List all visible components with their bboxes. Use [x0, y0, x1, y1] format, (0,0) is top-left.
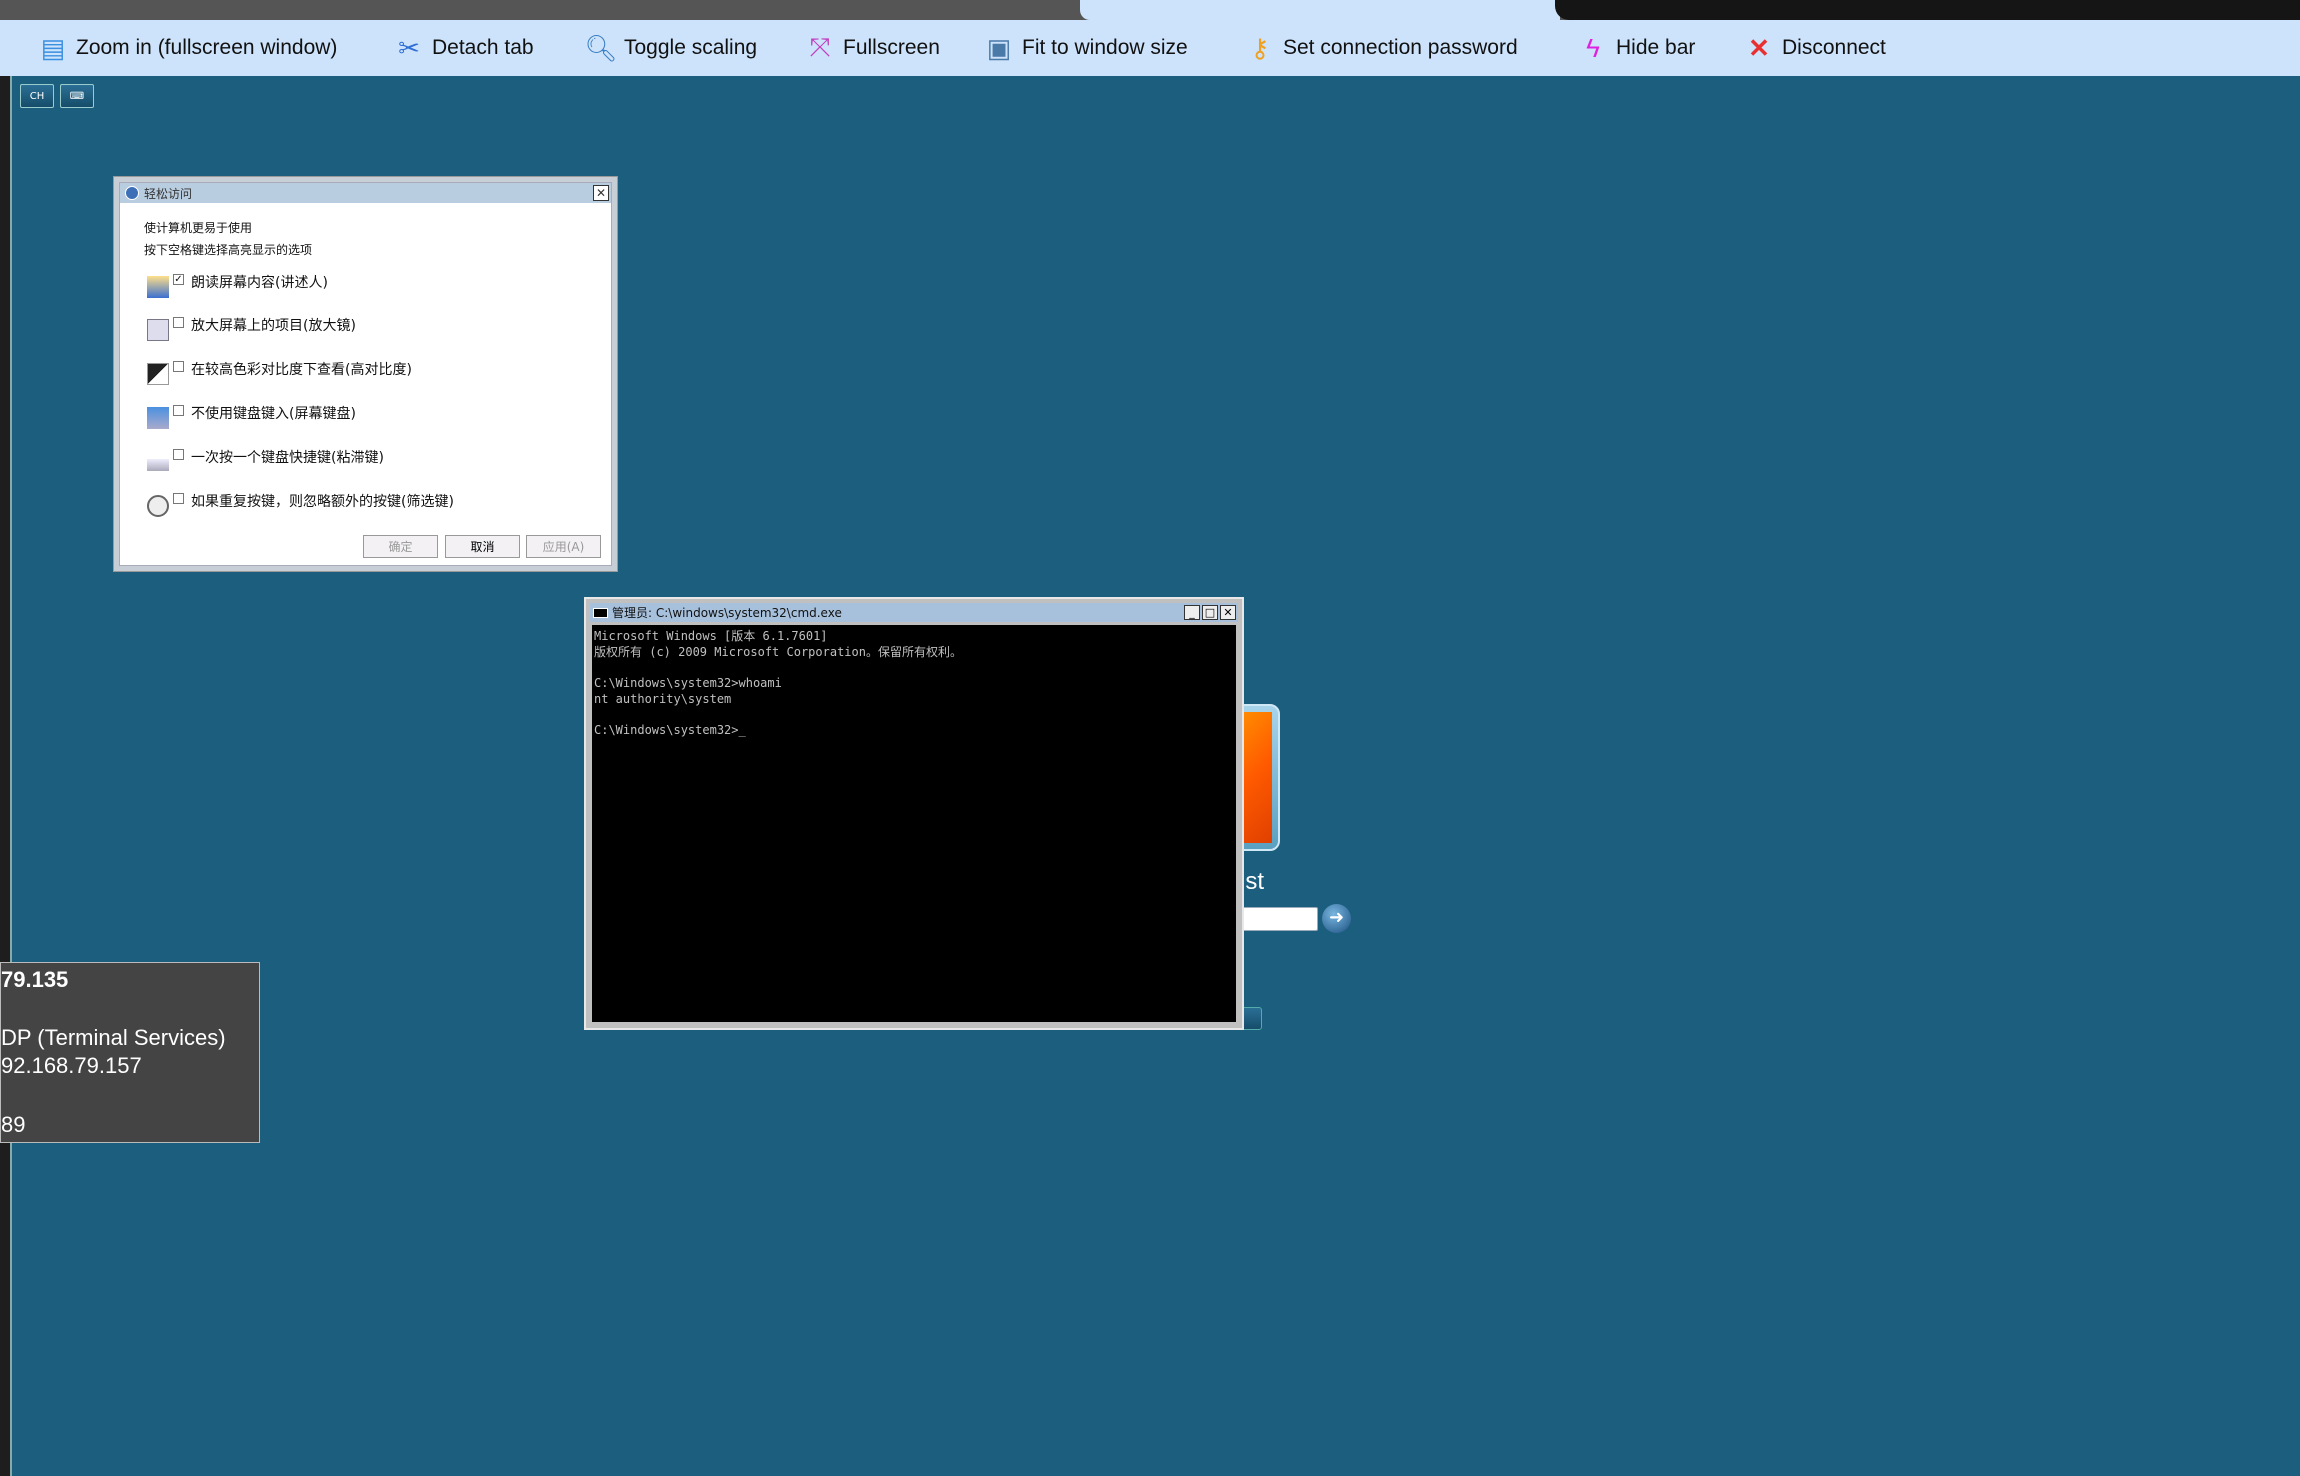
- ease-access-icon: [125, 186, 139, 200]
- option-filter-keys[interactable]: 如果重复按键，则忽略额外的按键(筛选键): [147, 491, 454, 517]
- dialog-titlebar: 轻松访问 ✕: [120, 183, 611, 203]
- red-x-icon: ✕: [1748, 32, 1770, 63]
- sticky-keys-icon: [147, 459, 169, 471]
- hide-bar-button[interactable]: ϟ Hide bar: [1578, 20, 1695, 76]
- disconnect-button[interactable]: ✕ Disconnect: [1744, 20, 1886, 76]
- checkbox[interactable]: [173, 317, 184, 328]
- monitor-icon: ▣: [986, 32, 1012, 63]
- option-onscreen-keyboard[interactable]: 不使用键盘键入(屏幕键盘): [147, 403, 356, 429]
- dialog-heading: 使计算机更易于使用: [144, 221, 253, 235]
- option-narrator[interactable]: ✓ 朗读屏幕内容(讲述人): [147, 272, 328, 298]
- console-prompt: C:\Windows\system32>_: [594, 723, 746, 738]
- console-line: 版权所有 (c) 2009 Microsoft Corporation。保留所有…: [594, 644, 962, 659]
- fullscreen-arrows-icon: ⤧: [809, 32, 831, 62]
- option-high-contrast[interactable]: 在较高色彩对比度下查看(高对比度): [147, 359, 412, 385]
- zoom-in-button[interactable]: ▤ Zoom in (fullscreen window): [38, 20, 338, 76]
- checkbox[interactable]: [173, 405, 184, 416]
- fit-window-button[interactable]: ▣ Fit to window size: [984, 20, 1188, 76]
- narrator-icon: [147, 276, 169, 298]
- dialog-close-button[interactable]: ✕: [593, 185, 609, 201]
- ease-of-access-dialog: 轻松访问 ✕ 使计算机更易于使用 按下空格键选择高亮显示的选项 ✓ 朗读屏幕内容(…: [113, 176, 618, 572]
- onscreen-keyboard-icon: [147, 407, 169, 429]
- toggle-scaling-button[interactable]: 🔍︎ Toggle scaling: [584, 20, 758, 76]
- apply-button[interactable]: 应用(A): [526, 535, 601, 558]
- set-password-button[interactable]: ⚷ Set connection password: [1245, 20, 1517, 76]
- stopwatch-icon: [147, 495, 169, 517]
- arrow-right-icon: ➜: [1328, 907, 1345, 928]
- dialog-instruction: 按下空格键选择高亮显示的选项: [144, 243, 313, 257]
- ok-button[interactable]: 确定: [363, 535, 438, 558]
- magnifier-icon: 🔍︎: [584, 32, 618, 63]
- fullscreen-button[interactable]: ⤧ Fullscreen: [805, 20, 940, 76]
- close-button[interactable]: ✕: [1220, 605, 1236, 620]
- checkbox[interactable]: ✓: [173, 274, 184, 285]
- cmd-titlebar: 管理员: C:\windows\system32\cmd.exe _ □ ✕: [590, 603, 1238, 622]
- cmd-title: 管理员: C:\windows\system32\cmd.exe: [612, 606, 842, 620]
- option-magnifier[interactable]: 放大屏幕上的项目(放大镜): [147, 315, 356, 341]
- ip-address: 92.168.79.157: [1, 1053, 142, 1078]
- magnifier-icon: [147, 319, 169, 341]
- detach-tab-button[interactable]: ✂ Detach tab: [394, 20, 533, 76]
- info-value: 89: [1, 1112, 26, 1137]
- console-line: nt authority\system: [594, 691, 732, 706]
- connection-info-tooltip: 79.135 DP (Terminal Services) 92.168.79.…: [0, 962, 260, 1143]
- cmd-icon: [593, 608, 608, 618]
- key-icon: ⚷: [1250, 32, 1270, 63]
- zoom-page-icon: ▤: [40, 32, 66, 63]
- login-arrow-button[interactable]: ➜: [1322, 904, 1351, 933]
- language-button[interactable]: CH: [20, 84, 54, 108]
- keyboard-icon: ⌨: [69, 90, 85, 102]
- maximize-button[interactable]: □: [1202, 605, 1218, 620]
- dialog-title: 轻松访问: [144, 186, 193, 201]
- active-tab[interactable]: [1080, 0, 1560, 20]
- console-output[interactable]: Microsoft Windows [版本 6.1.7601] 版权所有 (c) …: [592, 625, 1236, 1022]
- checkbox[interactable]: [173, 449, 184, 460]
- lightning-icon: ϟ: [1586, 32, 1600, 63]
- keyboard-button[interactable]: ⌨: [60, 84, 94, 108]
- high-contrast-icon: [147, 363, 169, 385]
- console-line: Microsoft Windows [版本 6.1.7601]: [594, 629, 828, 643]
- host-address: 79.135: [1, 967, 69, 992]
- tab-strip-dark-area: [1555, 0, 2300, 20]
- console-line: C:\Windows\system32>whoami: [594, 676, 782, 691]
- checkbox[interactable]: [173, 493, 184, 504]
- option-sticky-keys[interactable]: 一次按一个键盘快捷键(粘滞键): [147, 447, 384, 471]
- left-border: [0, 76, 12, 1476]
- checkbox[interactable]: [173, 361, 184, 372]
- cmd-window: 管理员: C:\windows\system32\cmd.exe _ □ ✕ M…: [584, 597, 1244, 1030]
- minimize-button[interactable]: _: [1184, 605, 1200, 620]
- remote-toolbar: ▤ Zoom in (fullscreen window) ✂ Detach tab…: [0, 20, 2300, 76]
- protocol: DP (Terminal Services): [1, 1025, 226, 1050]
- cancel-button[interactable]: 取消: [445, 535, 520, 558]
- scissors-icon: ✂: [398, 32, 420, 63]
